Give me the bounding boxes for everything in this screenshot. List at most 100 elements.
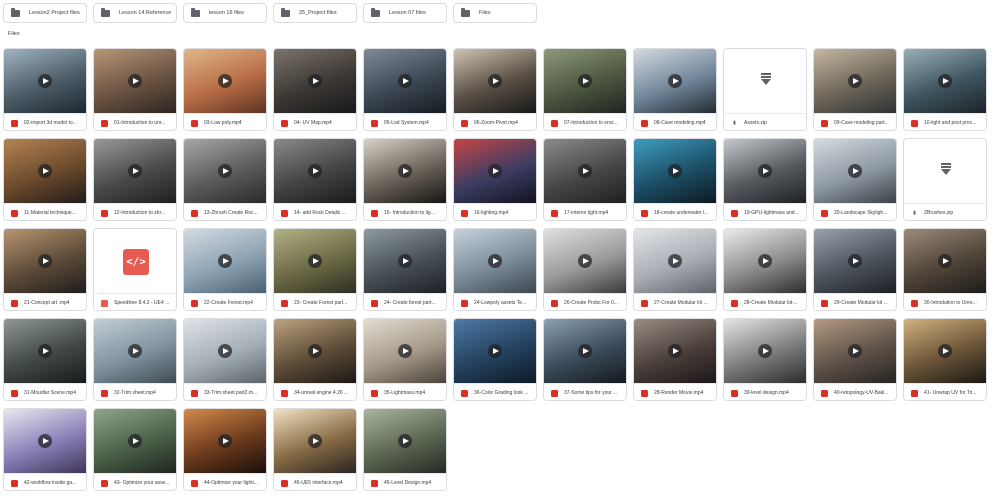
play-icon [848,74,862,88]
video-file-card[interactable]: 32-Trim sheet.mp4 [93,318,177,401]
folder-25-project-files[interactable]: 25_Project files [273,3,357,23]
video-file-card[interactable]: 07-Introduction to envi... [543,48,627,131]
video-file-card[interactable]: 16-lighting.mp4 [453,138,537,221]
video-file-card[interactable]: 09-Cave modeling part... [813,48,897,131]
video-file-card[interactable]: 29-Create Modular kit ... [813,228,897,311]
file-thumbnail [724,139,806,203]
zip-file-card[interactable]: ▮ Assets.zip [723,48,807,131]
file-thumbnail [4,139,86,203]
video-file-card[interactable]: 05-Lod System.mp4 [363,48,447,131]
file-name: 12-Introduction to zbr... [114,210,166,216]
file-name: Assets.zip [744,120,767,126]
play-icon [218,164,232,178]
folder-lesson-14-reference[interactable]: Lesson 14 Reference [93,3,177,23]
file-thumbnail [724,319,806,383]
video-file-card[interactable]: 04- UV Map.mp4 [273,48,357,131]
folder-lesson-16-files[interactable]: lesson 16 files [183,3,267,23]
video-file-card[interactable]: 08-Cave modeling.mp4 [633,48,717,131]
file-caption: 45-Level Design.mp4 [364,473,446,490]
video-file-icon [281,119,288,127]
video-file-card[interactable]: 39-level design.mp4 [723,318,807,401]
video-file-card[interactable]: 45-UE5 interface.mp4 [273,408,357,491]
video-file-icon [641,389,648,397]
video-file-card[interactable]: 30-Introdution to Unre... [903,228,987,311]
video-file-card[interactable]: 01-Introduction to unr... [93,48,177,131]
file-thumbnail [94,49,176,113]
file-name: 05-Lod System.mp4 [384,120,429,126]
video-file-card[interactable]: 15- Introduction to lig... [363,138,447,221]
code-file-card[interactable]: </> Speedtree 8.4.2 - UE4 ... [93,228,177,311]
video-file-icon [821,299,828,307]
video-file-card[interactable]: 02-import 3d model to... [3,48,87,131]
file-name: 17-interior light.mp4 [564,210,609,216]
play-icon [938,344,952,358]
video-file-icon [101,389,108,397]
file-thumbnail [4,319,86,383]
play-icon [578,344,592,358]
file-caption: 40-retopology-UV-Baki... [814,383,896,400]
play-icon [398,254,412,268]
video-file-card[interactable]: 43- Optimize your asse... [93,408,177,491]
file-name: 18-create underwater l... [654,210,709,216]
folder-files[interactable]: Files [453,3,537,23]
video-file-card[interactable]: 19-GPU-lightmass and... [723,138,807,221]
video-file-card[interactable]: 24-Lowpoly assets Te... [453,228,537,311]
play-icon [38,434,52,448]
video-file-card[interactable]: 14- add Rock Details ... [273,138,357,221]
folder-label: Lesson 07 files [389,10,426,16]
file-caption: 22-Create Forest.mp4 [184,293,266,310]
zip-file-card[interactable]: ▮ ZBrushes.zip [903,138,987,221]
video-file-card[interactable]: 45-Level Design.mp4 [363,408,447,491]
video-file-card[interactable]: 20-Landscape Skyligh... [813,138,897,221]
video-file-card[interactable]: 23- Create Forest part... [273,228,357,311]
video-file-card[interactable]: 28-Render Movie.mp4 [633,318,717,401]
video-file-card[interactable]: 12-Introduction to zbr... [93,138,177,221]
play-icon [218,254,232,268]
video-file-card[interactable]: 35-Lightmass.mp4 [363,318,447,401]
code-icon: </> [123,249,149,275]
file-name: 31-Moudlar Scene.mp4 [24,390,76,396]
file-caption: ▮ ZBrushes.zip [904,203,986,220]
file-caption: 29-Create Modular kit ... [814,293,896,310]
file-name: 24- Create forest part... [384,300,436,306]
file-thumbnail [184,319,266,383]
video-file-card[interactable]: 42-workflow inside ga... [3,408,87,491]
video-file-card[interactable]: 18-create underwater l... [633,138,717,221]
video-file-icon [101,119,108,127]
video-file-card[interactable]: 10-light and post proc... [903,48,987,131]
video-file-card[interactable]: 40-retopology-UV-Baki... [813,318,897,401]
video-file-card[interactable]: 36-Color Grading look ... [453,318,537,401]
folder-lesson2-project-files[interactable]: Lesson2 Project files [3,3,87,23]
archive-file-icon: ▮ [913,209,916,216]
video-file-card[interactable]: 17-interior light.mp4 [543,138,627,221]
video-file-card[interactable]: 24- Create forest part... [363,228,447,311]
video-file-card[interactable]: 33-Trim sheet part2.m... [183,318,267,401]
video-file-card[interactable]: 06-Zoom-Pivot.mp4 [453,48,537,131]
folder-lesson-07-files[interactable]: Lesson 07 files [363,3,447,23]
video-file-card[interactable]: 13-Zbrush Create Roc... [183,138,267,221]
file-name: 45-UE5 interface.mp4 [294,480,343,486]
video-file-card[interactable]: 11-Material technique... [3,138,87,221]
video-file-icon [461,299,468,307]
video-file-icon [641,299,648,307]
file-thumbnail [544,139,626,203]
play-icon [398,434,412,448]
video-file-card[interactable]: 41- Unwrap UV for Tri... [903,318,987,401]
video-file-card[interactable]: 37-Some tips for your ... [543,318,627,401]
video-file-card[interactable]: 22-Create Forest.mp4 [183,228,267,311]
video-file-card[interactable]: 44-Optimize your lighti... [183,408,267,491]
file-name: 28-Render Movie.mp4 [654,390,704,396]
play-icon [308,74,322,88]
video-file-card[interactable]: 26-Create Probs For 0... [543,228,627,311]
video-file-card[interactable]: 34-unreal engine 4.26 ... [273,318,357,401]
file-thumbnail [274,49,356,113]
file-thumbnail [274,139,356,203]
video-file-card[interactable]: 03-Low poly.mp4 [183,48,267,131]
play-icon [578,74,592,88]
video-file-card[interactable]: 31-Moudlar Scene.mp4 [3,318,87,401]
folder-label: Files [479,10,491,16]
video-file-card[interactable]: 27-Create Modular kit ... [633,228,717,311]
video-file-card[interactable]: 21-Concept art .mp4 [3,228,87,311]
video-file-card[interactable]: 28-Create Modular kit-... [723,228,807,311]
file-caption: 21-Concept art .mp4 [4,293,86,310]
